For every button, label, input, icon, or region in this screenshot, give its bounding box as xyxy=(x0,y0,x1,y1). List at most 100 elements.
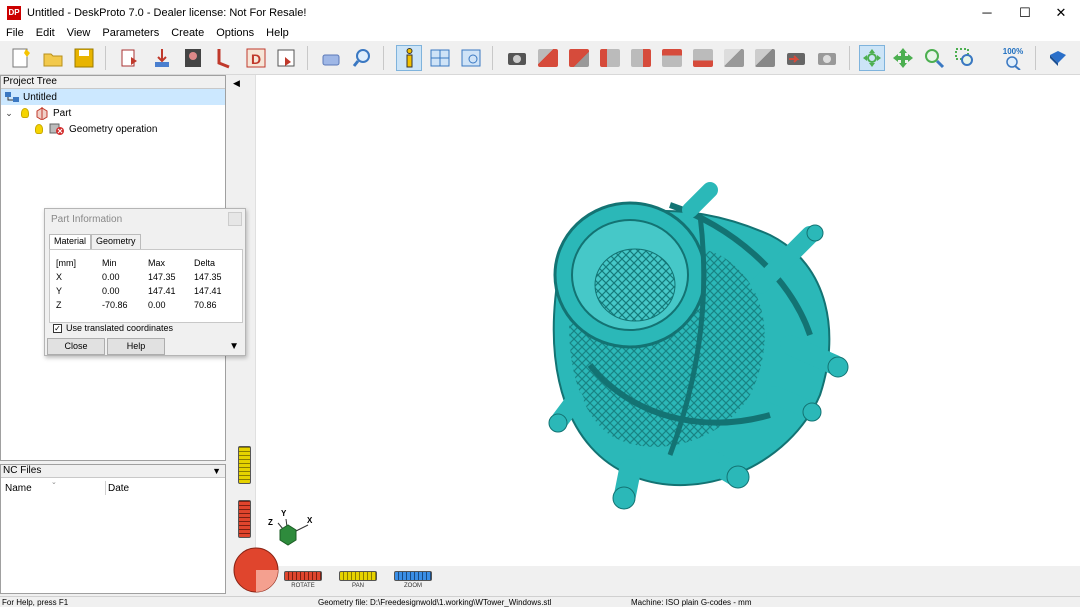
zoom-slider-vertical[interactable] xyxy=(238,446,251,484)
camera-icon[interactable] xyxy=(504,45,530,71)
zoom-100-label: 100% xyxy=(1002,46,1024,56)
pan-slider[interactable] xyxy=(339,571,377,581)
table-cell: 147.41 xyxy=(148,286,176,296)
info-icon[interactable] xyxy=(396,45,422,71)
table-header-cell: Delta xyxy=(194,258,216,268)
model-render xyxy=(277,182,849,546)
find-icon[interactable] xyxy=(349,45,375,71)
view-bottom-icon[interactable] xyxy=(690,45,716,71)
tree-item-untitled-label: Untitled xyxy=(23,91,57,103)
view-top-icon[interactable] xyxy=(659,45,685,71)
view-front-icon[interactable] xyxy=(535,45,561,71)
model-body xyxy=(548,182,849,510)
table-header-cell: Max xyxy=(148,258,166,268)
view-iso2-icon[interactable] xyxy=(752,45,778,71)
3d-viewport[interactable]: ◀ Z Y X xyxy=(230,75,1080,594)
book-icon[interactable] xyxy=(1045,45,1071,71)
project-icon xyxy=(5,92,19,102)
menu-help[interactable]: Help xyxy=(260,27,295,39)
view-right-icon[interactable] xyxy=(628,45,654,71)
table-cell: -70.86 xyxy=(102,300,128,310)
tree-item-geometry[interactable]: Geometry operation xyxy=(35,121,157,137)
zoom-in-icon[interactable] xyxy=(921,45,947,71)
import-icon[interactable] xyxy=(117,45,143,71)
new-icon[interactable] xyxy=(8,45,34,71)
checkbox-box[interactable]: ✓ xyxy=(53,323,62,333)
chevron-down-icon[interactable]: ⌄ xyxy=(3,108,15,119)
dialog-tabs: Material Geometry xyxy=(49,234,141,249)
nc-files-panel: NC Files ▼ Name ⌄ Date xyxy=(0,464,226,594)
view-iso-icon[interactable] xyxy=(721,45,747,71)
menu-options[interactable]: Options xyxy=(210,27,260,39)
menu-view[interactable]: View xyxy=(61,27,97,39)
rotate-slider[interactable] xyxy=(284,571,322,581)
pan-icon[interactable] xyxy=(890,45,916,71)
toolbar-separator xyxy=(383,46,384,70)
chevron-down-icon[interactable]: ▼ xyxy=(212,465,221,477)
table-cell: Z xyxy=(56,300,62,310)
checkbox-label: Use translated coordinates xyxy=(66,323,174,333)
maximize-button[interactable]: ☐ xyxy=(1006,0,1044,25)
status-machine: Machine: ISO plain G-codes - mm xyxy=(631,598,752,607)
table-cell: 0.00 xyxy=(102,286,120,296)
save-as-icon[interactable] xyxy=(273,45,299,71)
eraser-icon[interactable] xyxy=(318,45,344,71)
tab-geometry[interactable]: Geometry xyxy=(91,234,141,249)
rotate-slider-vertical[interactable] xyxy=(238,500,251,538)
table-cell: 0.00 xyxy=(102,272,120,282)
table-header-cell: Min xyxy=(102,258,117,268)
column-date[interactable]: Date xyxy=(108,483,129,494)
close-button[interactable]: Close xyxy=(47,338,105,355)
window-title: Untitled - DeskProto 7.0 - Dealer licens… xyxy=(27,6,307,19)
d-icon[interactable]: D xyxy=(243,45,269,71)
menu-create[interactable]: Create xyxy=(165,27,210,39)
status-help: For Help, press F1 xyxy=(2,598,69,607)
view-photo-icon[interactable] xyxy=(783,45,809,71)
lightbulb-icon[interactable] xyxy=(21,108,29,118)
view-left-icon[interactable] xyxy=(597,45,623,71)
title-bar: DP Untitled - DeskProto 7.0 - Dealer lic… xyxy=(0,0,1080,25)
minimize-button[interactable]: ─ xyxy=(968,0,1006,25)
view-photo2-icon[interactable] xyxy=(814,45,840,71)
rotate-slider-label: ROTATE xyxy=(291,583,315,589)
dialog-tab-body: [mm] Min Max Delta X 0.00 147.35 147.35 … xyxy=(49,249,243,323)
expand-down-icon[interactable]: ▼ xyxy=(229,341,239,352)
tree-item-part-label: Part xyxy=(53,107,72,119)
tree-item-untitled[interactable]: Untitled xyxy=(1,89,225,105)
rotate-dial-icon[interactable] xyxy=(232,546,280,594)
menu-edit[interactable]: Edit xyxy=(30,27,61,39)
dialog-close-icon[interactable] xyxy=(228,212,242,226)
status-bar: For Help, press F1 Geometry file: D:\Fre… xyxy=(0,596,1080,607)
menu-bar: File Edit View Parameters Create Options… xyxy=(0,25,1080,41)
tree-item-part[interactable]: ⌄ Part xyxy=(3,105,71,121)
dimensions-table: [mm] Min Max Delta X 0.00 147.35 147.35 … xyxy=(56,256,240,312)
lightbulb-icon[interactable] xyxy=(35,124,43,134)
zoom-100-icon[interactable]: 100% xyxy=(1000,45,1026,71)
zoom-slider[interactable] xyxy=(394,571,432,581)
zoom-window-icon[interactable] xyxy=(952,45,978,71)
part-icon xyxy=(36,107,48,120)
wire-icon[interactable] xyxy=(212,45,238,71)
axis-y-label: Y xyxy=(281,509,287,518)
table-header-row: [mm] Min Max Delta xyxy=(56,256,240,270)
rotate-icon[interactable] xyxy=(859,45,885,71)
axis-z-label: Z xyxy=(268,518,273,527)
menu-file[interactable]: File xyxy=(0,27,30,39)
tab-material[interactable]: Material xyxy=(49,234,92,249)
menu-parameters[interactable]: Parameters xyxy=(96,27,165,39)
picture-icon[interactable] xyxy=(180,45,206,71)
view-back-icon[interactable] xyxy=(566,45,592,71)
table-cell: X xyxy=(56,272,63,282)
translated-coordinates-checkbox[interactable]: ✓ Use translated coordinates xyxy=(53,323,173,333)
window-icon[interactable] xyxy=(458,45,484,71)
close-window-button[interactable]: ✕ xyxy=(1042,0,1080,25)
help-button[interactable]: Help xyxy=(107,338,165,355)
layout-icon[interactable] xyxy=(427,45,453,71)
open-icon[interactable] xyxy=(40,45,66,71)
save-icon[interactable] xyxy=(71,45,97,71)
column-divider[interactable] xyxy=(105,481,106,495)
status-geometry-file: Geometry file: D:\Freedesignwold\1.worki… xyxy=(318,598,552,607)
column-name[interactable]: Name xyxy=(5,483,32,494)
export-icon[interactable] xyxy=(149,45,175,71)
toolbar-separator xyxy=(492,46,493,70)
